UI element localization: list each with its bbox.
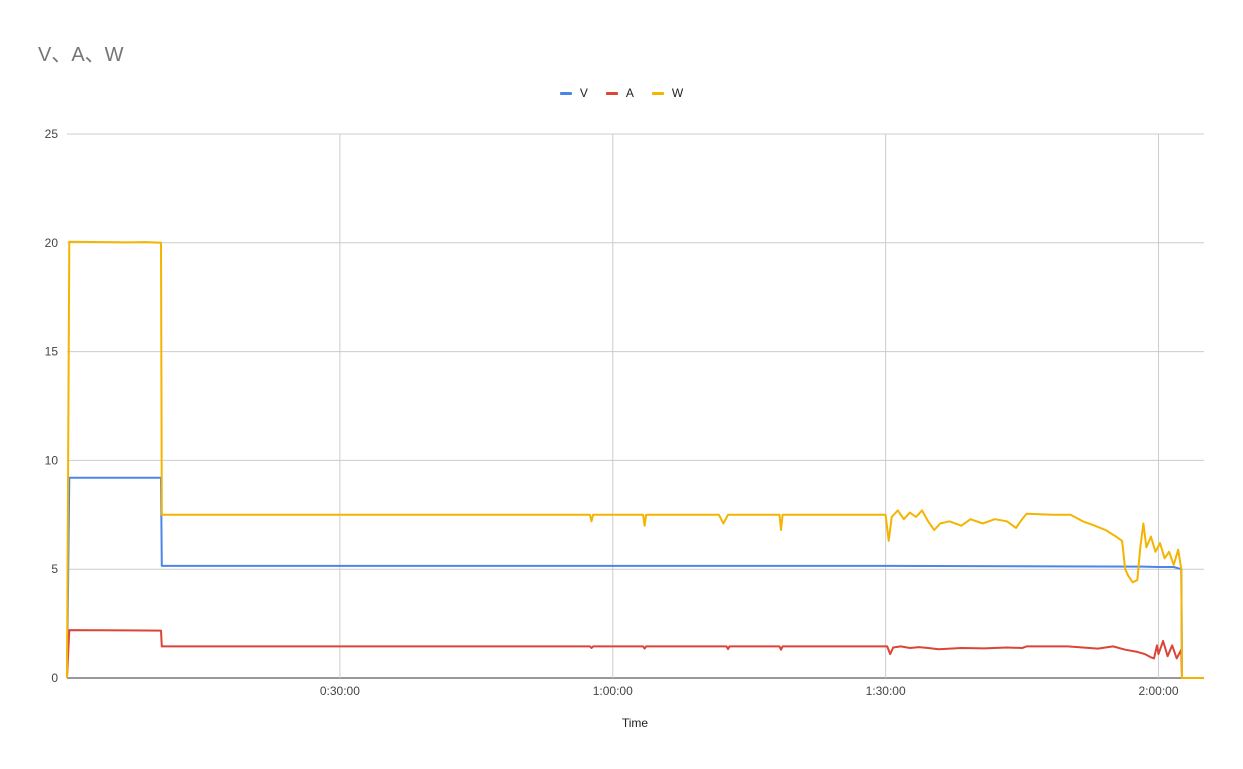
x-tick-label: 1:30:00 <box>866 684 906 698</box>
x-tick-label: 1:00:00 <box>593 684 633 698</box>
y-tick-label: 20 <box>45 236 59 250</box>
y-tick-label: 15 <box>45 345 59 359</box>
x-tick-label: 0:30:00 <box>320 684 360 698</box>
chart: V、A、W V A W 0 5 10 15 20 25 0:30:00 1:00:00 1:30… <box>0 0 1243 769</box>
plot-area: 0 5 10 15 20 25 0:30:00 1:00:00 1:30:00 2:00:00 <box>45 127 1204 698</box>
x-tick-label: 2:00:00 <box>1138 684 1178 698</box>
x-axis-label: Time <box>621 716 649 730</box>
y-tick-label: 25 <box>45 127 59 141</box>
series-line-v <box>66 476 1204 679</box>
y-tick-label: 0 <box>51 671 58 685</box>
series-line-a <box>66 629 1204 679</box>
series-line-w <box>66 240 1204 679</box>
y-tick-label: 5 <box>51 562 58 576</box>
y-tick-label: 10 <box>45 453 59 467</box>
